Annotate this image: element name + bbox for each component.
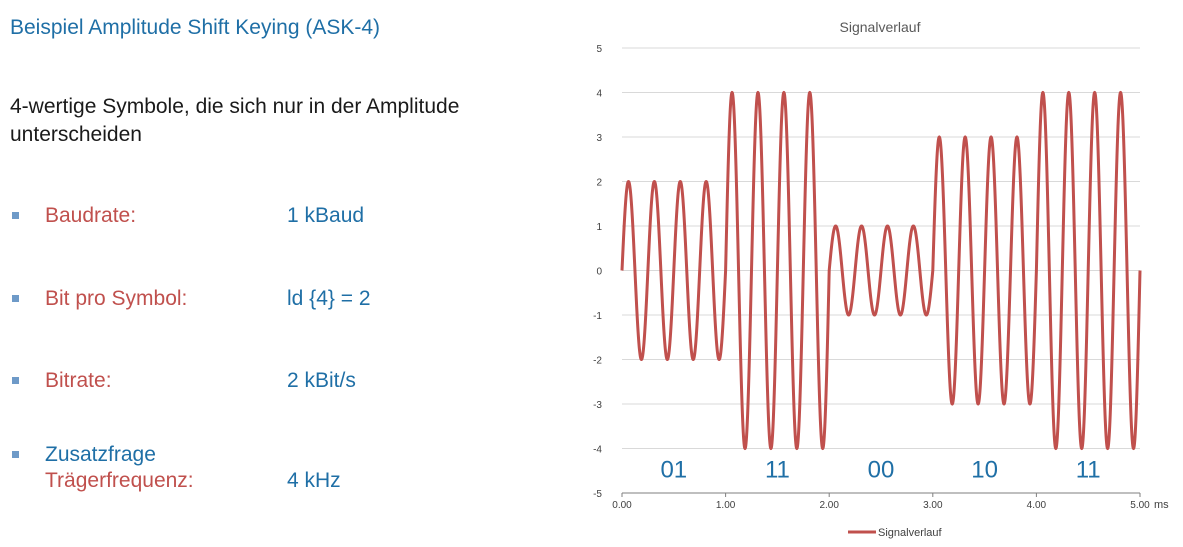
bullet-label: Bit pro Symbol: — [45, 287, 188, 310]
bullet-marker — [12, 295, 19, 302]
bullet-value: ld {4} = 2 — [287, 287, 371, 310]
bullet-label: Baudrate: — [45, 204, 137, 227]
y-tick-label: -4 — [593, 445, 602, 456]
y-tick-label: 1 — [596, 222, 602, 233]
x-axis-unit: ms — [1154, 499, 1169, 511]
bullet-value: 4 kHz — [287, 469, 341, 492]
y-tick-label: 5 — [596, 44, 602, 55]
y-tick-label: -2 — [593, 356, 602, 367]
x-tick-label: 2.00 — [819, 500, 839, 511]
x-tick-label: 1.00 — [716, 500, 736, 511]
x-tick-label: 3.00 — [923, 500, 943, 511]
x-axis-ticks: 0.00 1.00 2.00 3.00 4.00 5.00 — [612, 493, 1150, 511]
y-tick-label: -1 — [593, 311, 602, 322]
legend-label: Signalverlauf — [878, 527, 943, 539]
symbol-label: 01 — [660, 456, 687, 483]
legend: Signalverlauf — [848, 527, 943, 539]
slide-title: Beispiel Amplitude Shift Keying (ASK-4) — [10, 16, 381, 39]
bullet-label: Trägerfrequenz: — [45, 469, 194, 492]
bullet-label-group: Zusatzfrage Trägerfrequenz: — [45, 442, 194, 494]
bullet-value: 2 kBit/s — [287, 369, 356, 392]
x-tick-label: 5.00 — [1130, 500, 1150, 511]
x-tick-label: 4.00 — [1027, 500, 1047, 511]
slide-subtitle: 4-wertige Symbole, die sich nur in der A… — [10, 95, 460, 146]
chart-title: Signalverlauf — [840, 19, 921, 35]
y-axis-ticks: 5 4 3 2 1 0 -1 -2 -3 -4 -5 — [593, 44, 602, 500]
y-tick-label: 2 — [596, 178, 602, 189]
symbol-label: 10 — [971, 456, 998, 483]
bullet-marker — [12, 377, 19, 384]
y-tick-label: 3 — [596, 133, 602, 144]
y-tick-label: -5 — [593, 489, 602, 500]
y-tick-label: -3 — [593, 400, 602, 411]
series-line-signalverlauf — [620, 91, 1142, 450]
symbol-label: 11 — [765, 456, 790, 483]
bullet-zusatzfrage: Zusatzfrage Trägerfrequenz: 4 kHz — [12, 442, 452, 494]
bullet-value: 1 kBaud — [287, 204, 365, 227]
bullet-label: Bitrate: — [45, 369, 112, 392]
y-tick-label: 4 — [596, 89, 602, 100]
symbol-label: 00 — [868, 456, 895, 483]
symbol-label: 11 — [1076, 456, 1101, 483]
bullet-marker — [12, 451, 19, 458]
x-tick-label: 0.00 — [612, 500, 632, 511]
signal-chart: Signalverlauf 543210-1-2-3-4-5 0.00 1.00 2… — [593, 19, 1169, 539]
bullet-marker — [12, 212, 19, 219]
symbol-labels: 01 11 00 10 11 — [660, 456, 1100, 483]
y-tick-label: 0 — [596, 267, 602, 278]
bullet-prefix: Zusatzfrage — [45, 443, 156, 466]
